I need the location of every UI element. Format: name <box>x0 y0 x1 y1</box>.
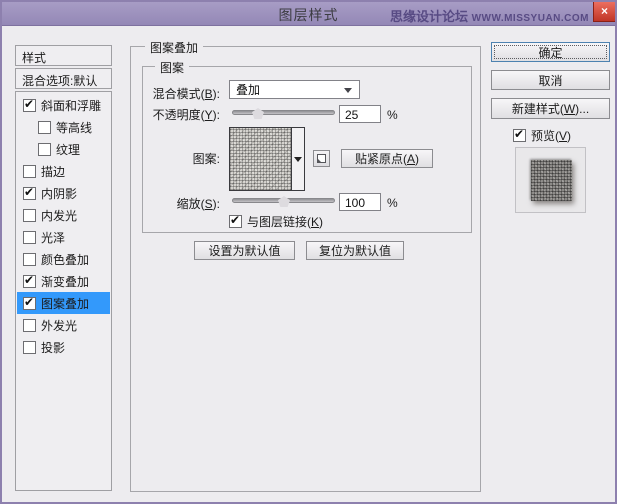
inner-shadow-checkbox[interactable]: ✔ <box>23 184 36 200</box>
style-preview-thumbnail <box>531 160 572 201</box>
sidebar-item-color-overlay[interactable]: 颜色叠加 <box>17 248 110 270</box>
contour-checkbox[interactable] <box>38 120 51 134</box>
inner-glow-checkbox[interactable] <box>23 208 36 222</box>
blend-mode-label: 混合模式(B): <box>152 87 220 101</box>
check-icon: ✔ <box>24 96 35 111</box>
effects-list: ✔ 斜面和浮雕 等高线 纹理 描边 ✔ 内阴影 内发光 光泽 颜色叠加 ✔ 渐变… <box>15 91 112 491</box>
pattern-overlay-group-title: 图案叠加 <box>145 39 204 56</box>
satin-checkbox[interactable] <box>23 230 36 244</box>
sidebar-item-label: 渐变叠加 <box>41 274 90 289</box>
blend-mode-select[interactable]: 叠加 <box>229 80 360 99</box>
opacity-unit: % <box>387 108 398 122</box>
sidebar-item-gradient-overlay[interactable]: ✔ 渐变叠加 <box>17 270 110 292</box>
sidebar-item-pattern-overlay[interactable]: ✔ 图案叠加 <box>17 292 110 314</box>
new-preset-icon <box>317 154 326 163</box>
sidebar-item-texture[interactable]: 纹理 <box>17 138 110 160</box>
sidebar-item-label: 内发光 <box>41 208 78 223</box>
ok-button[interactable]: 确定 <box>491 42 610 62</box>
pattern-picker-arrow[interactable] <box>292 128 304 190</box>
sidebar-item-label: 纹理 <box>56 142 81 157</box>
sidebar-item-bevel-emboss[interactable]: ✔ 斜面和浮雕 <box>17 94 110 116</box>
reset-default-button[interactable]: 复位为默认值 <box>306 241 404 260</box>
scale-unit: % <box>387 196 398 210</box>
preview-checkbox[interactable]: ✔ <box>513 127 526 142</box>
color-overlay-checkbox[interactable] <box>23 252 36 266</box>
drop-shadow-checkbox[interactable] <box>23 340 36 354</box>
watermark: 思缘设计论坛 WWW.MISSYUAN.COM <box>390 6 589 25</box>
texture-checkbox[interactable] <box>38 142 51 156</box>
sidebar-item-blending-options[interactable]: 混合选项:默认 <box>15 68 112 89</box>
sidebar-item-inner-shadow[interactable]: ✔ 内阴影 <box>17 182 110 204</box>
new-pattern-preset-button[interactable] <box>313 150 330 167</box>
link-with-layer-row[interactable]: ✔ 与图层链接(K) <box>229 213 323 230</box>
opacity-label: 不透明度(Y): <box>152 108 220 122</box>
pattern-picker[interactable] <box>229 127 305 191</box>
close-icon[interactable]: × <box>593 2 615 22</box>
link-with-layer-label: 与图层链接(K) <box>247 215 324 229</box>
new-style-button[interactable]: 新建样式(W)... <box>491 98 610 119</box>
titlebar[interactable]: 图层样式 思缘设计论坛 WWW.MISSYUAN.COM × <box>2 2 615 26</box>
cancel-button[interactable]: 取消 <box>491 70 610 90</box>
sidebar-item-label: 投影 <box>41 340 66 355</box>
set-default-button[interactable]: 设置为默认值 <box>194 241 295 260</box>
sidebar-item-label: 描边 <box>41 164 66 179</box>
opacity-input[interactable]: 25 <box>339 105 381 123</box>
scale-input[interactable]: 100 <box>339 193 381 211</box>
preview-label: 预览(V) <box>531 129 572 143</box>
blending-options-label: 混合选项:默认 <box>22 74 98 88</box>
opacity-slider-track[interactable] <box>232 110 335 115</box>
sidebar-item-label: 等高线 <box>56 120 93 135</box>
check-icon: ✔ <box>24 272 35 287</box>
style-preview-box <box>515 147 586 213</box>
scale-label: 缩放(S): <box>176 197 220 211</box>
sidebar-item-label: 斜面和浮雕 <box>41 98 102 113</box>
bevel-emboss-checkbox[interactable]: ✔ <box>23 96 36 112</box>
pattern-label: 图案: <box>192 152 220 166</box>
watermark-url: WWW.MISSYUAN.COM <box>471 13 589 24</box>
sidebar-item-label: 内阴影 <box>41 186 78 201</box>
preview-row[interactable]: ✔ 预览(V) <box>513 127 571 144</box>
pattern-thumbnail[interactable] <box>230 128 292 190</box>
sidebar-item-label: 外发光 <box>41 318 78 333</box>
chevron-down-icon <box>294 156 302 162</box>
check-icon: ✔ <box>230 213 241 227</box>
sidebar-item-drop-shadow[interactable]: 投影 <box>17 336 110 358</box>
sidebar-item-stroke[interactable]: 描边 <box>17 160 110 182</box>
sidebar-item-inner-glow[interactable]: 内发光 <box>17 204 110 226</box>
sidebar-item-label: 图案叠加 <box>41 296 90 311</box>
sidebar-item-satin[interactable]: 光泽 <box>17 226 110 248</box>
sidebar-item-label: 光泽 <box>41 230 66 245</box>
chevron-down-icon <box>344 88 352 93</box>
stroke-checkbox[interactable] <box>23 164 36 178</box>
outer-glow-checkbox[interactable] <box>23 318 36 332</box>
sidebar-item-contour[interactable]: 等高线 <box>17 116 110 138</box>
pattern-overlay-checkbox[interactable]: ✔ <box>23 294 36 310</box>
blend-mode-value: 叠加 <box>236 83 261 97</box>
gradient-overlay-checkbox[interactable]: ✔ <box>23 272 36 288</box>
watermark-name: 思缘设计论坛 <box>389 9 472 24</box>
snap-to-origin-button[interactable]: 贴紧原点(A) <box>341 149 433 168</box>
sidebar-item-outer-glow[interactable]: 外发光 <box>17 314 110 336</box>
styles-label: 样式 <box>22 51 47 65</box>
check-icon: ✔ <box>24 184 35 199</box>
layer-style-dialog: 图层样式 思缘设计论坛 WWW.MISSYUAN.COM × 样式 混合选项:默… <box>0 0 617 504</box>
pattern-subgroup-title: 图案 <box>155 59 190 76</box>
styles-header-box[interactable]: 样式 <box>15 45 112 66</box>
check-icon: ✔ <box>24 294 35 309</box>
link-with-layer-checkbox[interactable]: ✔ <box>229 213 242 228</box>
check-icon: ✔ <box>514 127 525 141</box>
sidebar-item-label: 颜色叠加 <box>41 252 90 267</box>
